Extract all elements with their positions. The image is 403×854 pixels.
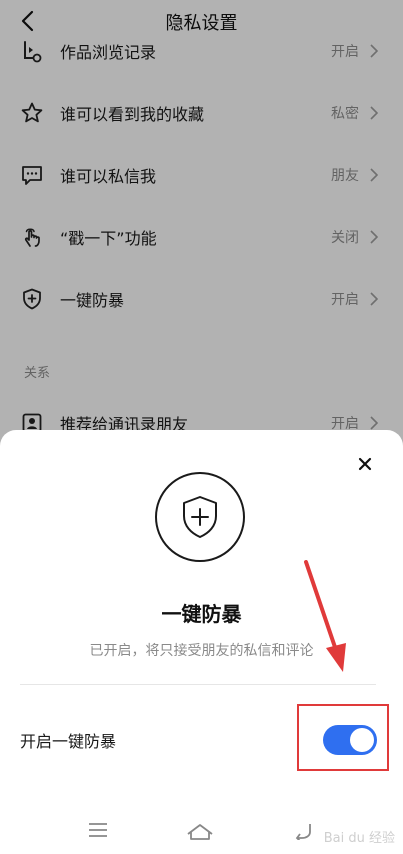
watermark: Bai du 经验 <box>323 831 395 846</box>
divider <box>20 684 376 685</box>
system-nav-bar: Bai du 经验 <box>0 810 403 854</box>
back-icon[interactable] <box>294 822 314 840</box>
shield-plus-icon <box>183 496 217 538</box>
menu-icon[interactable] <box>88 822 108 838</box>
toggle-label: 开启一键防暴 <box>20 732 117 751</box>
home-icon[interactable] <box>186 822 214 840</box>
highlight-box <box>297 704 389 771</box>
annotation-arrow-icon <box>304 560 346 672</box>
shield-badge <box>155 472 245 562</box>
close-icon[interactable] <box>357 456 373 472</box>
